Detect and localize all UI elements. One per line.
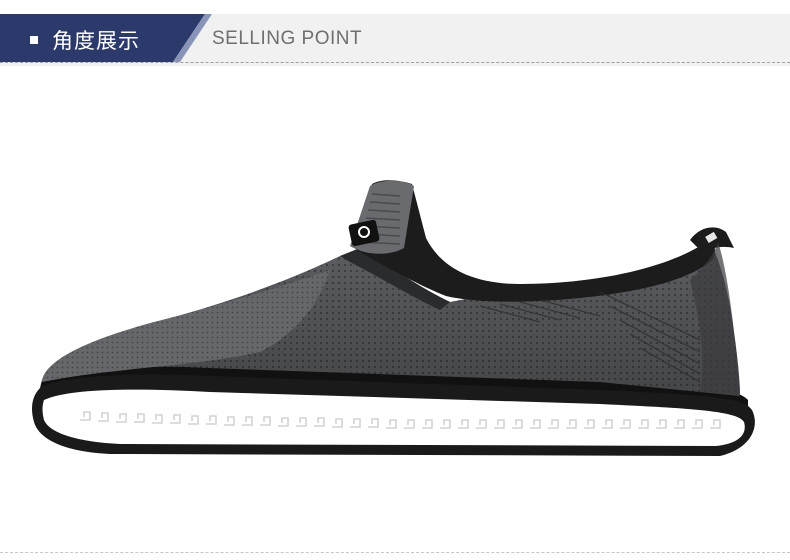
section-header: 角度展示 SELLING POINT	[0, 14, 790, 66]
product-image	[0, 70, 790, 560]
shoe-illustration	[32, 180, 755, 456]
section-subtitle: SELLING POINT	[212, 28, 363, 49]
section-title: 角度展示	[52, 29, 140, 53]
header-divider	[0, 62, 790, 63]
title-bullet-icon	[30, 36, 38, 44]
footer-divider	[0, 552, 790, 553]
